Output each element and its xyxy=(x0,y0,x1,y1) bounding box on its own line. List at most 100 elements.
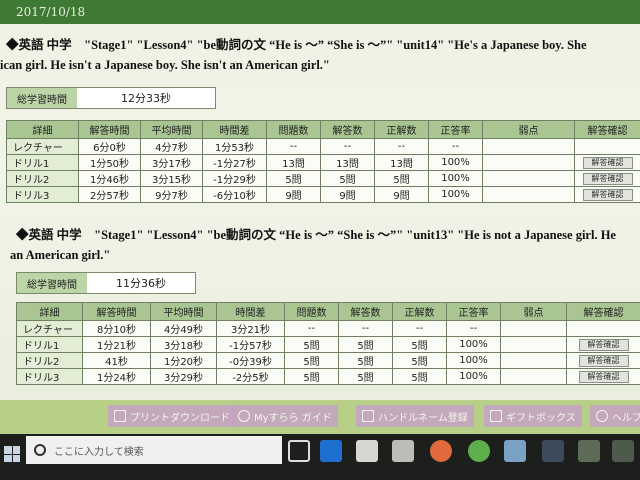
column-header: 正答率 xyxy=(446,302,501,321)
cell-ans: 5問 xyxy=(338,336,393,353)
cell-q: 9問 xyxy=(266,186,321,203)
row-label: ドリル3 xyxy=(6,186,79,203)
cell-q: 5問 xyxy=(284,336,339,353)
column-header: 弱点 xyxy=(482,120,575,139)
cell-rate: 100% xyxy=(446,352,501,369)
answer-check-button[interactable]: 解答確認 xyxy=(582,156,633,169)
cell-weak xyxy=(500,336,567,353)
cell-time: 41秒 xyxy=(82,352,151,369)
cell-weak xyxy=(482,138,575,155)
cell-q: -- xyxy=(266,138,321,155)
help-icon xyxy=(596,410,608,422)
column-header: 解答時間 xyxy=(78,120,141,139)
print-download-label: プリントダウンロード xyxy=(130,412,230,424)
column-header: 正答率 xyxy=(428,120,483,139)
report-date: 2017/10/18 xyxy=(16,5,86,19)
cell-rate: 100% xyxy=(428,186,483,203)
column-header: 詳細 xyxy=(6,120,79,139)
task-view-icon[interactable] xyxy=(288,440,310,462)
cell-ans: 5問 xyxy=(320,170,375,187)
table-row: レクチャー 6分0秒 4分7秒 1分53秒 -- -- -- -- xyxy=(6,138,640,155)
table-row: ドリル1 1分21秒 3分18秒 -1分57秒 5問 5問 5問 100% 解答確認 xyxy=(16,336,640,353)
column-header: 解答数 xyxy=(338,302,393,321)
cell-time: 1分50秒 xyxy=(78,154,141,171)
row-label: レクチャー xyxy=(16,320,83,337)
edit-icon xyxy=(362,410,374,422)
taskbar-search-placeholder: ここに入力して検索 xyxy=(54,446,144,458)
taskbar-search-input[interactable]: ここに入力して検索 xyxy=(26,436,282,464)
print-download-button[interactable]: プリントダウンロード xyxy=(108,405,236,427)
cell-rate: 100% xyxy=(428,154,483,171)
cell-avg: 3分15秒 xyxy=(140,170,203,187)
cell-ans: 5問 xyxy=(338,352,393,369)
windows-start-icon[interactable] xyxy=(4,446,20,462)
answer-check-button[interactable]: 解答確認 xyxy=(578,370,629,383)
cell-diff: 1分53秒 xyxy=(202,138,267,155)
cell-rate: 100% xyxy=(446,368,501,385)
system-tray-icon[interactable] xyxy=(612,440,634,462)
app-window: 2017/10/18 ◆英語 中学 "Stage1" "Lesson4" "be… xyxy=(0,0,640,434)
answer-check-button[interactable]: 解答確認 xyxy=(582,188,633,201)
total-study-time-label: 総学習時間 xyxy=(17,273,87,293)
store-icon[interactable] xyxy=(356,440,378,462)
answer-check-cell: 解答確認 xyxy=(574,170,640,187)
window-app-icon[interactable] xyxy=(542,440,564,462)
cell-time: 2分57秒 xyxy=(78,186,141,203)
answer-check-button[interactable]: 解答確認 xyxy=(582,172,633,185)
cell-avg: 3分29秒 xyxy=(150,368,217,385)
handle-name-button[interactable]: ハンドルネーム登録 xyxy=(356,405,474,427)
cell-avg: 1分20秒 xyxy=(150,352,217,369)
mail-icon[interactable] xyxy=(392,440,414,462)
column-header: 問題数 xyxy=(284,302,339,321)
help-button[interactable]: ヘルプ xyxy=(590,405,640,427)
handle-name-label: ハンドルネーム登録 xyxy=(378,412,468,424)
cell-avg: 3分17秒 xyxy=(140,154,203,171)
total-study-time-2: 総学習時間 11分36秒 xyxy=(16,272,196,294)
answer-check-cell: 解答確認 xyxy=(574,154,640,171)
cell-ans: 9問 xyxy=(320,186,375,203)
lesson-heading-2-cont: an American girl." xyxy=(10,248,111,262)
cell-time: 8分10秒 xyxy=(82,320,151,337)
answer-check-cell xyxy=(574,138,640,155)
cell-q: 13問 xyxy=(266,154,321,171)
guide-button[interactable]: Myすらら ガイド xyxy=(232,405,338,427)
row-label: ドリル2 xyxy=(16,352,83,369)
cell-q: -- xyxy=(284,320,339,337)
cell-weak xyxy=(500,320,567,337)
cell-ok: 13問 xyxy=(374,154,429,171)
app-icon[interactable] xyxy=(504,440,526,462)
chrome-icon[interactable] xyxy=(468,440,490,462)
search-icon xyxy=(34,444,46,456)
column-header: 詳細 xyxy=(16,302,83,321)
gift-box-label: ギフトボックス xyxy=(506,412,576,424)
cell-rate: 100% xyxy=(446,336,501,353)
download-icon xyxy=(114,410,126,422)
lesson-heading-1: ◆英語 中学 "Stage1" "Lesson4" "be動詞の文 “He is… xyxy=(6,38,587,52)
gift-box-button[interactable]: ギフトボックス xyxy=(484,405,582,427)
cell-rate: -- xyxy=(446,320,501,337)
column-header: 解答確認 xyxy=(566,302,640,321)
cell-ok: 5問 xyxy=(392,336,447,353)
cell-q: 5問 xyxy=(284,352,339,369)
cell-diff: -1分29秒 xyxy=(202,170,267,187)
cell-weak xyxy=(482,154,575,171)
answer-check-button[interactable]: 解答確認 xyxy=(578,354,629,367)
guide-icon xyxy=(238,410,250,422)
answer-check-button[interactable]: 解答確認 xyxy=(578,338,629,351)
row-label: ドリル1 xyxy=(16,336,83,353)
total-study-time-1: 総学習時間 12分33秒 xyxy=(6,87,216,109)
answer-check-cell: 解答確認 xyxy=(574,186,640,203)
answer-check-cell: 解答確認 xyxy=(566,368,640,385)
header-bar: 2017/10/18 xyxy=(0,0,640,24)
results-table-1: 詳細 解答時間 平均時間 時間差 問題数 解答数 正解数 正答率 弱点 解答確認 レクチャー 6分0… xyxy=(6,120,640,203)
column-header: 問題数 xyxy=(266,120,321,139)
cell-ok: 5問 xyxy=(392,352,447,369)
firefox-icon[interactable] xyxy=(430,440,452,462)
cell-ans: -- xyxy=(320,138,375,155)
tablet-app-icon[interactable] xyxy=(578,440,600,462)
cell-ok: -- xyxy=(374,138,429,155)
edge-browser-icon[interactable] xyxy=(320,440,342,462)
table-header-row: 詳細 解答時間 平均時間 時間差 問題数 解答数 正解数 正答率 弱点 解答確認 xyxy=(6,120,640,139)
cell-ans: -- xyxy=(338,320,393,337)
table-header-row: 詳細 解答時間 平均時間 時間差 問題数 解答数 正解数 正答率 弱点 解答確認 xyxy=(16,302,640,321)
